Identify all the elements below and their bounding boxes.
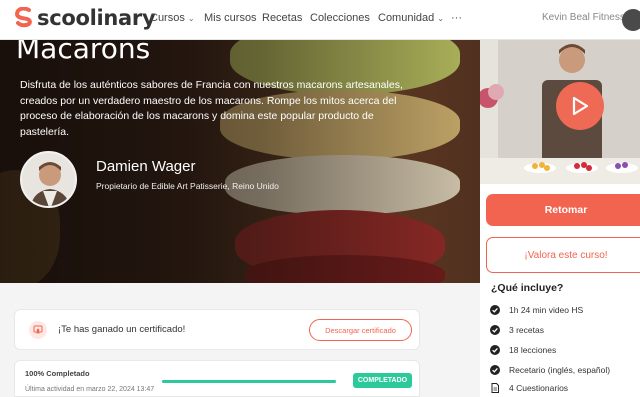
includes-item: 3 recetas (490, 325, 544, 335)
includes-item-label: 4 Cuestionarios (509, 383, 569, 393)
nav-comunidad[interactable]: Comunidad ⌄ (378, 12, 444, 24)
includes-item: 1h 24 min video HS (490, 305, 583, 315)
course-main-content: ¡Te has ganado un certificado! Descargar… (0, 283, 480, 397)
instructor-name[interactable]: Damien Wager (96, 158, 195, 175)
includes-item-label: 18 lecciones (509, 345, 557, 355)
logo[interactable]: scoolinary (14, 6, 156, 30)
certificate-message: ¡Te has ganado un certificado! (58, 324, 186, 335)
nav-mis-cursos[interactable]: Mis cursos (204, 12, 257, 24)
course-title: Macarons (16, 40, 151, 65)
nav-more[interactable]: ··· (451, 12, 462, 24)
nav-recetas-label: Recetas (262, 12, 303, 24)
progress-bar (162, 380, 336, 383)
download-certificate-button[interactable]: Descargar certificado (309, 319, 412, 341)
check-circle-icon (490, 345, 500, 355)
top-navbar: scoolinary Cursos ⌄ Mis cursos Recetas Co… (0, 0, 640, 40)
nav-mis-cursos-label: Mis cursos (204, 12, 257, 24)
status-badge: COMPLETADO (353, 373, 412, 388)
course-video-preview[interactable] (480, 40, 640, 184)
progress-card: 100% Completado Última actividad en marz… (14, 360, 420, 397)
chevron-down-icon: ⌄ (187, 14, 195, 23)
last-activity: Última actividad en marzo 22, 2024 13:47 (25, 386, 155, 393)
includes-item-label: Recetario (inglés, español) (509, 365, 611, 375)
includes-item-label: 1h 24 min video HS (509, 305, 584, 315)
course-hero: Macarons Disfruta de los auténticos sabo… (0, 40, 480, 283)
document-icon (490, 383, 500, 393)
includes-item: 4 Cuestionarios (490, 383, 568, 393)
nav-colecciones[interactable]: Colecciones (310, 12, 370, 24)
progress-title: 100% Completado (25, 369, 90, 378)
includes-title: ¿Qué incluye? (491, 282, 564, 294)
nav-cursos-label: Cursos (150, 12, 185, 24)
logo-icon (14, 7, 32, 28)
certificate-card: ¡Te has ganado un certificado! Descargar… (14, 309, 420, 350)
includes-item: 18 lecciones (490, 345, 556, 355)
chevron-down-icon: ⌄ (437, 14, 444, 23)
nav-recetas[interactable]: Recetas (262, 12, 302, 24)
nav-cursos[interactable]: Cursos ⌄ (150, 12, 195, 24)
course-sidebar: Retomar ¡Valora este curso! ¿Qué incluye… (480, 184, 640, 397)
avatar[interactable] (622, 9, 640, 31)
check-circle-icon (490, 305, 500, 315)
check-circle-icon (490, 325, 500, 335)
hero-overlay (0, 40, 480, 283)
logo-text: scoolinary (37, 6, 156, 30)
nav-comunidad-label: Comunidad (378, 12, 435, 24)
resume-button[interactable]: Retomar (486, 194, 640, 226)
play-button[interactable] (556, 82, 604, 130)
play-icon (572, 96, 589, 116)
instructor-avatar[interactable] (20, 151, 77, 208)
instructor-role: Propietario de Edible Art Patisserie, Re… (96, 181, 279, 191)
certificate-icon (29, 321, 47, 339)
course-description: Disfruta de los auténticos sabores de Fr… (20, 79, 403, 138)
includes-item: Recetario (inglés, español) (490, 365, 610, 375)
user-name[interactable]: Kevin Beal Fitness (542, 12, 625, 23)
check-circle-icon (490, 365, 500, 375)
includes-item-label: 3 recetas (509, 325, 544, 335)
nav-colecciones-label: Colecciones (310, 12, 370, 24)
rate-course-button[interactable]: ¡Valora este curso! (486, 237, 640, 273)
progress-bar-fill (162, 380, 336, 383)
